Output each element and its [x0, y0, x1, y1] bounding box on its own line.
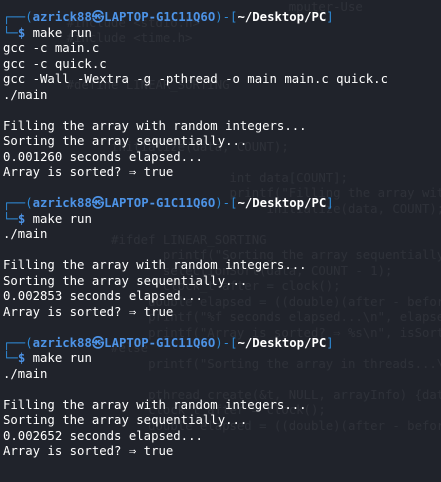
prompt-corner: └─: [3, 351, 18, 365]
prompt-separator: )-[: [215, 196, 238, 210]
prompt-path: ~/Desktop/PC: [237, 196, 327, 210]
command-line[interactable]: └─$ make run: [3, 212, 439, 228]
command-text: make run: [32, 25, 92, 40]
command-line[interactable]: └─$ make run: [3, 351, 439, 367]
prompt-border: ┌──(: [3, 196, 33, 210]
command-text: make run: [32, 211, 92, 226]
prompt-line: ┌──(azrick88㉿LAPTOP-G1C11Q6O)-[~/Desktop…: [3, 336, 439, 352]
output-line: ./main: [3, 87, 48, 102]
output-line: gcc -c main.c: [3, 41, 100, 55]
output-line: gcc -Wall -Wextra -g -pthread -o main ma…: [3, 72, 388, 86]
prompt-path: ~/Desktop/PC: [237, 10, 327, 24]
prompt-separator: )-[: [215, 10, 238, 24]
prompt-corner: └─: [3, 25, 18, 40]
command-text: make run: [32, 351, 92, 365]
output-line: ./main: [3, 227, 48, 241]
output-line: 0.002853 seconds elapsed...: [3, 289, 203, 303]
output-line: Array is sorted? ⇒ true: [3, 165, 174, 179]
output-line: ./main: [3, 366, 48, 381]
output-line: Filling the array with random integers..…: [3, 118, 307, 133]
output-line: Sorting the array sequentially...: [3, 413, 248, 427]
terminal-window[interactable]: mputer-Use #include <stdio.h> #include <…: [0, 0, 441, 482]
prompt-border: ┌──(: [3, 10, 33, 24]
prompt-bracket-close: ]: [326, 196, 334, 210]
prompt-host: LAPTOP-G1C11Q6O: [104, 196, 216, 210]
command-line[interactable]: └─$ make run: [3, 26, 439, 42]
output-line: Sorting the array sequentially...: [3, 134, 248, 148]
prompt-bracket-close: ]: [326, 335, 334, 350]
prompt-separator: )-[: [215, 335, 238, 350]
output-line: Filling the array with random integers..…: [3, 258, 307, 272]
prompt-dollar: $: [17, 351, 26, 365]
prompt-border: ┌──(: [3, 335, 33, 350]
output-line: Sorting the array sequentially...: [3, 273, 248, 288]
prompt-user: azrick88: [32, 196, 92, 210]
terminal-output: ┌──(azrick88㉿LAPTOP-G1C11Q6O)-[~/Desktop…: [3, 10, 439, 460]
prompt-dollar: $: [17, 25, 26, 40]
prompt-bracket-close: ]: [326, 10, 334, 24]
prompt-user: azrick88: [32, 10, 92, 24]
prompt-host: LAPTOP-G1C11Q6O: [104, 335, 216, 350]
prompt-line: ┌──(azrick88㉿LAPTOP-G1C11Q6O)-[~/Desktop…: [3, 196, 439, 212]
skull-icon: ㉿: [91, 335, 105, 350]
prompt-line: ┌──(azrick88㉿LAPTOP-G1C11Q6O)-[~/Desktop…: [3, 10, 439, 26]
output-line: Array is sorted? ⇒ true: [3, 444, 174, 458]
prompt-path: ~/Desktop/PC: [237, 335, 327, 350]
prompt-dollar: $: [17, 211, 26, 226]
prompt-user: azrick88: [32, 335, 92, 350]
output-line: gcc -c quick.c: [3, 56, 107, 71]
output-line: 0.001260 seconds elapsed...: [3, 149, 203, 164]
output-line: Filling the array with random integers..…: [3, 397, 307, 412]
prompt-host: LAPTOP-G1C11Q6O: [104, 10, 216, 24]
output-line: 0.002652 seconds elapsed...: [3, 428, 203, 443]
output-line: Array is sorted? ⇒ true: [3, 304, 174, 319]
skull-icon: ㉿: [91, 196, 105, 210]
skull-icon: ㉿: [91, 10, 105, 24]
prompt-corner: └─: [3, 211, 18, 226]
